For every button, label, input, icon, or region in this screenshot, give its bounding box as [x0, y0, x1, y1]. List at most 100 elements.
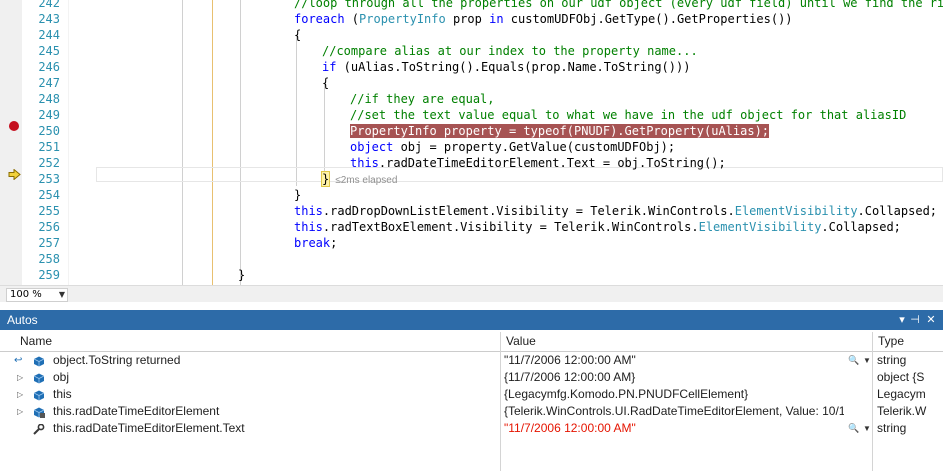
- autos-row[interactable]: ▷ this {Legacymfg.Komodo.PN.PNUDFCellEleme…: [0, 386, 943, 403]
- autos-window: Autos ▾ ⊣ ✕ Name Value Type ↩ object.ToSt…: [0, 302, 943, 471]
- code-token: .Collapsed;: [857, 204, 938, 218]
- line-number: 247: [38, 76, 60, 90]
- code-line[interactable]: } ≤2ms elapsed: [96, 171, 943, 187]
- autos-row[interactable]: ↩ object.ToString returned "11/7/2006 12:0…: [0, 352, 943, 369]
- code-line[interactable]: this.radDropDownListElement.Visibility =…: [96, 203, 943, 219]
- code-token: }: [238, 268, 246, 282]
- code-line[interactable]: PropertyInfo property = typeof(PNUDF).Ge…: [96, 123, 943, 139]
- variable-value[interactable]: {Legacymfg.Komodo.PN.PNUDFCellElement}: [504, 386, 844, 403]
- expand-arrow-icon[interactable]: ▷: [17, 403, 27, 420]
- close-icon[interactable]: ✕: [924, 310, 938, 330]
- code-line[interactable]: //loop through all the properties on our…: [96, 0, 943, 11]
- code-token: }: [320, 171, 331, 187]
- breakpoint-icon[interactable]: [8, 120, 20, 132]
- code-line[interactable]: this.radDateTimeEditorElement.Text = obj…: [96, 155, 943, 171]
- code-token: .radDateTimeEditorElement.Text = obj.ToS…: [378, 156, 726, 170]
- autos-title-bar[interactable]: Autos ▾ ⊣ ✕: [0, 310, 943, 330]
- code-line[interactable]: {: [96, 75, 943, 91]
- expand-arrow-icon[interactable]: ▷: [17, 369, 27, 386]
- autos-row[interactable]: ▷ obj {11/7/2006 12:00:00 AM} object {S: [0, 369, 943, 386]
- variable-type: object {S: [877, 370, 925, 384]
- code-line[interactable]: break;: [96, 235, 943, 251]
- variable-value[interactable]: {11/7/2006 12:00:00 AM}: [504, 369, 844, 386]
- line-number: 242: [38, 0, 60, 10]
- code-token: break: [294, 236, 331, 250]
- code-line[interactable]: if (uAlias.ToString().Equals(prop.Name.T…: [96, 59, 943, 75]
- line-number-gutter: 242 243 244 245 246 247 248 249 250 251 252 253 254 2…: [22, 0, 60, 285]
- variable-name: this.radDateTimeEditorElement.Text: [53, 421, 245, 435]
- chevron-down-icon[interactable]: ▼: [863, 352, 871, 369]
- magnifier-visualizer-icon[interactable]: 🔍: [848, 420, 859, 437]
- expand-arrow-icon[interactable]: ▷: [17, 386, 27, 403]
- return-value-icon: ↩: [14, 355, 23, 366]
- chevron-down-icon[interactable]: ▼: [863, 420, 871, 437]
- code-line[interactable]: }: [96, 187, 943, 203]
- code-token: //loop through all the properties on our…: [294, 0, 943, 10]
- zoom-level: 100 %: [10, 289, 42, 300]
- code-line[interactable]: foreach (PropertyInfo prop in customUDFO…: [96, 11, 943, 27]
- code-token: ElementVisibility: [734, 204, 858, 218]
- code-token: PropertyInfo property = typeof(PNUDF).Ge…: [350, 124, 770, 138]
- perf-tip[interactable]: ≤2ms elapsed: [335, 175, 397, 186]
- code-token: //if they are equal,: [350, 92, 495, 106]
- pin-icon[interactable]: ⊣: [908, 310, 922, 330]
- code-line[interactable]: //set the text value equal to what we ha…: [96, 107, 943, 123]
- line-number: 250: [38, 124, 60, 138]
- code-token: (uAlias.ToString().Equals(prop.Name.ToSt…: [336, 60, 691, 74]
- line-number: 252: [38, 156, 60, 170]
- code-token: this: [350, 156, 379, 170]
- variable-value[interactable]: "11/7/2006 12:00:00 AM": [504, 420, 844, 437]
- code-token: .Collapsed;: [821, 220, 901, 234]
- magnifier-visualizer-icon[interactable]: 🔍: [848, 352, 859, 369]
- line-number: 246: [38, 60, 60, 74]
- code-token: .radDropDownListElement.Visibility = Tel…: [322, 204, 735, 218]
- window-position-icon[interactable]: ▾: [895, 310, 909, 330]
- column-header-value[interactable]: Value: [502, 332, 536, 351]
- line-number: 255: [38, 204, 60, 218]
- code-token: prop: [445, 12, 490, 26]
- code-token: object: [350, 140, 394, 154]
- variable-value[interactable]: {Telerik.WinControls.UI.RadDateTimeEdito…: [504, 403, 844, 420]
- line-number: 251: [38, 140, 60, 154]
- line-number: 259: [38, 268, 60, 282]
- code-token: }: [294, 188, 302, 202]
- code-token: this: [294, 204, 323, 218]
- code-line[interactable]: //if they are equal,: [96, 91, 943, 107]
- code-line[interactable]: [96, 251, 943, 267]
- code-line[interactable]: }: [96, 267, 943, 283]
- code-token: ElementVisibility: [698, 220, 822, 234]
- cube-icon: [33, 389, 45, 401]
- cube-icon: [33, 372, 45, 384]
- code-token: {: [322, 76, 330, 90]
- line-number: 245: [38, 44, 60, 58]
- code-line[interactable]: object obj = property.GetValue(customUDF…: [96, 139, 943, 155]
- column-header-name[interactable]: Name: [16, 332, 52, 351]
- code-token: //compare alias at our index to the prop…: [322, 44, 698, 58]
- autos-row[interactable]: this.radDateTimeEditorElement.Text "11/7/…: [0, 420, 943, 437]
- code-line[interactable]: //compare alias at our index to the prop…: [96, 43, 943, 59]
- zoom-dropdown[interactable]: 100 % ▼: [6, 288, 68, 302]
- variable-name: obj: [53, 370, 70, 384]
- breakpoint-margin[interactable]: [0, 0, 22, 285]
- line-number: 249: [38, 108, 60, 122]
- variable-type: Legacym: [877, 387, 926, 401]
- line-number: 258: [38, 252, 60, 266]
- line-number: 244: [38, 28, 60, 42]
- variable-type: string: [877, 421, 907, 435]
- code-line[interactable]: {: [96, 27, 943, 43]
- code-editor[interactable]: 242 243 244 245 246 247 248 249 250 251 252 253 254 2…: [0, 0, 943, 285]
- code-line[interactable]: this.radTextBoxElement.Visibility = Tele…: [96, 219, 943, 235]
- code-token: ;: [330, 236, 338, 250]
- chevron-down-icon: ▼: [58, 290, 65, 299]
- variable-name: this.radDateTimeEditorElement: [53, 404, 220, 418]
- autos-row[interactable]: ▷ this.radDateTimeEditorElement {Telerik.W…: [0, 403, 943, 420]
- line-number: 257: [38, 236, 60, 250]
- code-token: obj = property.GetValue(customUDFObj);: [393, 140, 676, 154]
- code-token: customUDFObj.GetType().GetProperties()): [503, 12, 793, 26]
- column-header-type[interactable]: Type: [874, 332, 904, 351]
- variable-value[interactable]: "11/7/2006 12:00:00 AM": [504, 352, 844, 369]
- variable-type: Telerik.W: [877, 404, 927, 418]
- autos-grid: Name Value Type ↩ object.ToString returne…: [0, 332, 943, 471]
- line-number: 254: [38, 188, 60, 202]
- cube-icon: [33, 355, 45, 367]
